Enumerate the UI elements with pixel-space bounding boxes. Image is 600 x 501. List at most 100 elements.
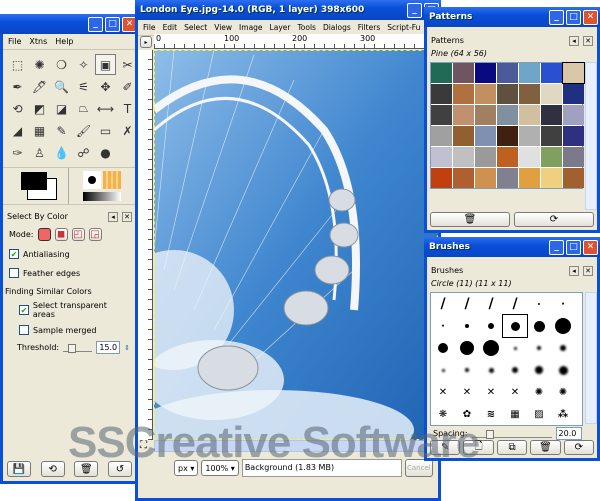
- pattern-swatch[interactable]: [431, 126, 452, 146]
- brush-grid[interactable]: / / / / · · ✕ ✕ ✕ ✕ ✺ ✺ ❋ ✿ ≋ ▦ ▨ ⁂: [430, 292, 583, 426]
- tool-button[interactable]: ▦: [29, 120, 50, 141]
- brush-item[interactable]: [503, 337, 527, 359]
- panel-close-button[interactable]: ✕: [583, 36, 593, 46]
- tool-button[interactable]: ✥: [95, 76, 116, 97]
- spinner-icon[interactable]: ⇕: [124, 344, 130, 352]
- feather-checkbox[interactable]: [9, 268, 19, 278]
- menu-view[interactable]: View: [214, 23, 232, 32]
- panel-menu-button[interactable]: ◂: [569, 266, 579, 276]
- spacing-slider-handle[interactable]: [485, 429, 494, 439]
- image-titlebar[interactable]: London Eye.jpg-14.0 (RGB, 1 layer) 398x6…: [135, 0, 441, 20]
- pattern-swatch[interactable]: [541, 168, 562, 188]
- pattern-swatch[interactable]: [453, 126, 474, 146]
- brush-item[interactable]: ·: [551, 293, 575, 315]
- pattern-swatch[interactable]: [541, 63, 562, 83]
- menu-select[interactable]: Select: [184, 23, 207, 32]
- pattern-swatch[interactable]: [497, 126, 518, 146]
- pattern-swatch[interactable]: [519, 168, 540, 188]
- menu-dialogs[interactable]: Dialogs: [323, 23, 351, 32]
- tool-button[interactable]: ▣: [95, 54, 116, 75]
- minimize-button[interactable]: _: [88, 16, 103, 32]
- patterns-titlebar[interactable]: Patterns _ □ ✕: [424, 7, 600, 27]
- sample-merged-checkbox[interactable]: [19, 325, 29, 335]
- pattern-swatch[interactable]: [475, 63, 496, 83]
- minimize-button[interactable]: _: [549, 9, 564, 25]
- pattern-swatch[interactable]: [562, 62, 585, 84]
- tool-button[interactable]: 🖊: [29, 76, 50, 97]
- tool-button[interactable]: ♙: [29, 142, 50, 163]
- pattern-swatch[interactable]: [475, 84, 496, 104]
- brush-item[interactable]: [503, 359, 527, 381]
- brush-preview[interactable]: [83, 171, 101, 189]
- restore-options-button[interactable]: ⟲: [40, 461, 65, 477]
- pattern-swatch[interactable]: [541, 126, 562, 146]
- select-transparent-checkbox[interactable]: ✔: [19, 305, 29, 315]
- tool-button[interactable]: ●: [95, 142, 116, 163]
- brush-item[interactable]: [527, 359, 551, 381]
- menu-layer[interactable]: Layer: [270, 23, 291, 32]
- pattern-swatch[interactable]: [475, 147, 496, 167]
- mode-replace[interactable]: [37, 228, 51, 241]
- pattern-swatch[interactable]: [519, 63, 540, 83]
- panel-menu-button[interactable]: ◂: [569, 36, 579, 46]
- pattern-swatch[interactable]: [541, 147, 562, 167]
- brush-item[interactable]: /: [503, 293, 527, 315]
- pattern-preview[interactable]: [103, 171, 121, 189]
- panel-close-button[interactable]: ✕: [122, 212, 132, 222]
- brushes-titlebar[interactable]: Brushes _ □ ✕: [424, 237, 600, 257]
- brush-item[interactable]: ✕: [503, 381, 527, 403]
- tool-button[interactable]: ⚟: [73, 76, 94, 97]
- mode-subtract[interactable]: ◰: [71, 228, 85, 241]
- brush-item[interactable]: [479, 315, 503, 337]
- brush-item[interactable]: ✕: [455, 381, 479, 403]
- tool-button[interactable]: ✒: [7, 76, 28, 97]
- tool-button[interactable]: ☍: [73, 142, 94, 163]
- brush-item[interactable]: [455, 337, 479, 359]
- delete-brush-button[interactable]: 🗑: [530, 440, 561, 455]
- pattern-swatch[interactable]: [431, 168, 452, 188]
- close-button[interactable]: ✕: [583, 239, 598, 255]
- brush-item[interactable]: ✕: [479, 381, 503, 403]
- maximize-button[interactable]: □: [105, 16, 120, 32]
- pattern-swatch[interactable]: [431, 63, 452, 83]
- brush-item[interactable]: ✕: [431, 381, 455, 403]
- tool-button[interactable]: ❍: [51, 54, 72, 75]
- brush-item[interactable]: [502, 314, 528, 338]
- tool-button[interactable]: ▭: [95, 120, 116, 141]
- panel-close-button[interactable]: ✕: [583, 266, 593, 276]
- brush-item[interactable]: [479, 359, 503, 381]
- brush-item[interactable]: [455, 315, 479, 337]
- tool-button[interactable]: ◢: [7, 120, 28, 141]
- pattern-swatch[interactable]: [497, 105, 518, 125]
- pattern-swatch[interactable]: [431, 84, 452, 104]
- save-options-button[interactable]: 💾: [7, 461, 31, 477]
- minimize-button[interactable]: _: [407, 2, 422, 18]
- gradient-preview[interactable]: [83, 192, 121, 201]
- brush-item[interactable]: /: [455, 293, 479, 315]
- antialiasing-checkbox[interactable]: ✔: [9, 249, 19, 259]
- tool-button[interactable]: 💧: [51, 142, 72, 163]
- pattern-swatch[interactable]: [453, 168, 474, 188]
- pattern-swatch[interactable]: [541, 84, 562, 104]
- tool-button[interactable]: ✺: [29, 54, 50, 75]
- pattern-swatch[interactable]: [519, 84, 540, 104]
- menu-file[interactable]: File: [8, 37, 21, 46]
- quick-mask-menu-button[interactable]: ▸: [140, 36, 152, 48]
- tool-button[interactable]: ✑: [7, 142, 28, 163]
- brush-item[interactable]: ▨: [527, 403, 551, 425]
- spacing-slider[interactable]: [471, 429, 552, 439]
- brush-item[interactable]: /: [431, 293, 455, 315]
- menu-file[interactable]: File: [143, 23, 156, 32]
- pattern-swatch[interactable]: [453, 105, 474, 125]
- menu-tools[interactable]: Tools: [297, 23, 315, 32]
- brush-item[interactable]: [527, 337, 551, 359]
- threshold-input[interactable]: 15.0: [96, 341, 121, 354]
- menu-help[interactable]: Help: [55, 37, 73, 46]
- pattern-swatch[interactable]: [563, 84, 584, 104]
- pattern-swatch[interactable]: [431, 105, 452, 125]
- brush-item[interactable]: ✺: [527, 381, 551, 403]
- pattern-swatch[interactable]: [453, 63, 474, 83]
- pattern-swatch[interactable]: [497, 147, 518, 167]
- menu-edit[interactable]: Edit: [163, 23, 178, 32]
- close-button[interactable]: ✕: [583, 9, 598, 25]
